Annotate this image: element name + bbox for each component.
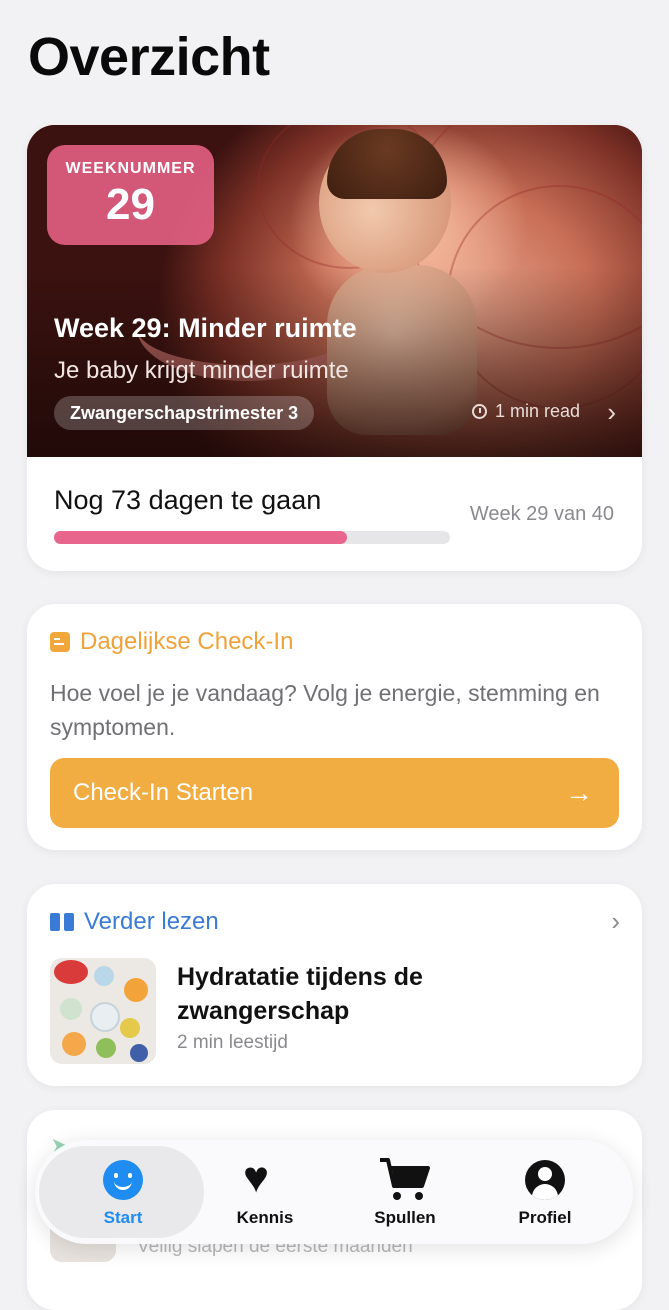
- week-card[interactable]: WEEKNUMMER 29 Week 29: Minder ruimte Je …: [27, 125, 642, 571]
- read-time-label: 1 min read: [494, 401, 580, 421]
- tab-start[interactable]: Start: [48, 1140, 198, 1244]
- tab-kennis[interactable]: ♥ Kennis: [190, 1140, 340, 1244]
- continue-reading-card[interactable]: Verder lezen › Hydratatie tijdens de zwa…: [27, 884, 642, 1086]
- week-number: 29: [106, 180, 155, 229]
- article-title: Hydratatie tijdens de zwangerschap: [177, 963, 423, 1025]
- tab-spullen[interactable]: Spullen: [330, 1140, 480, 1244]
- smile-icon: [103, 1160, 143, 1200]
- tab-profiel[interactable]: Profiel: [470, 1140, 620, 1244]
- article-thumbnail: [50, 958, 156, 1064]
- week-number-label: WEEKNUMMER: [65, 160, 196, 177]
- week-progress-label: Week 29 van 40: [469, 503, 614, 525]
- week-number-badge: WEEKNUMMER 29: [47, 145, 214, 245]
- article-reading-time: 2 min leestijd: [177, 1032, 288, 1053]
- page-title: Overzicht: [28, 27, 270, 87]
- reading-title: Verder lezen: [84, 908, 219, 935]
- clock-icon: [471, 404, 487, 419]
- heart-icon: ♥: [243, 1153, 270, 1202]
- checkin-title: Dagelijkse Check-In: [80, 628, 294, 655]
- checkin-header: Dagelijkse Check-In: [50, 628, 293, 656]
- week-subtitle: Je baby krijgt minder ruimte: [54, 357, 349, 384]
- checkin-description: Hoe voel je je vandaag? Volg je energie,…: [50, 680, 600, 740]
- tab-spullen-label: Spullen: [374, 1208, 436, 1227]
- tab-start-label: Start: [103, 1208, 143, 1227]
- tab-kennis-label: Kennis: [236, 1208, 294, 1227]
- daily-checkin-card: Dagelijkse Check-In Hoe voel je je vanda…: [27, 604, 642, 850]
- cart-icon: [380, 1158, 430, 1200]
- profile-icon: [525, 1160, 565, 1200]
- read-time: 1 min read: [471, 401, 580, 422]
- trimester-badge: Zwangerschapstrimester 3: [54, 396, 315, 430]
- week-title: Week 29: Minder ruimte: [54, 313, 357, 343]
- tab-bar: Start ♥ Kennis Spullen Profiel: [35, 1140, 633, 1244]
- start-checkin-button[interactable]: Check-In Starten →: [50, 758, 619, 828]
- chevron-right-icon: ›: [607, 397, 616, 427]
- book-icon: [50, 913, 74, 931]
- days-remaining: Nog 73 dagen te gaan: [54, 485, 322, 515]
- start-checkin-label: Check-In Starten: [73, 779, 254, 806]
- pregnancy-progress-bar: [54, 531, 450, 544]
- reading-header: Verder lezen: [50, 908, 219, 936]
- chevron-right-icon[interactable]: ›: [611, 906, 620, 937]
- notepad-icon: [50, 632, 70, 652]
- progress-fill: [54, 531, 348, 544]
- arrow-right-icon: →: [565, 777, 593, 808]
- tab-profiel-label: Profiel: [518, 1208, 572, 1227]
